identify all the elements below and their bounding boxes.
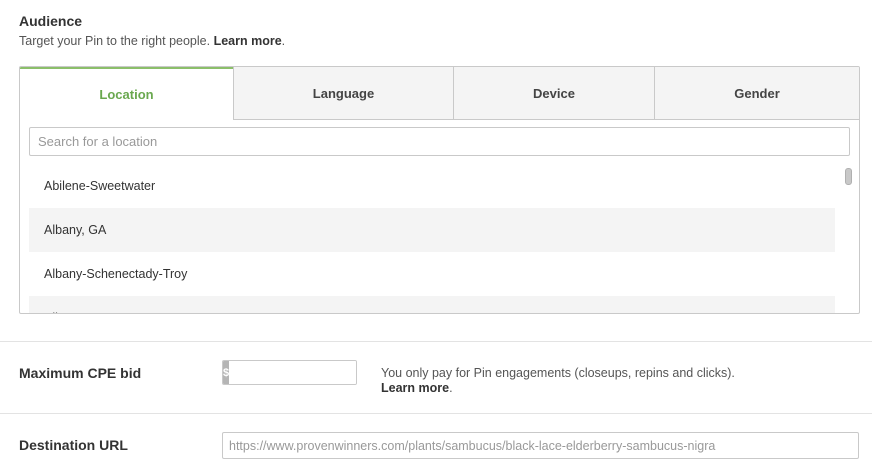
bid-field: $	[222, 360, 357, 385]
destination-url-label: Destination URL	[19, 437, 128, 453]
destination-url-input[interactable]	[222, 432, 859, 459]
audience-title: Audience	[19, 13, 83, 29]
bid-input[interactable]	[229, 361, 356, 384]
bid-label: Maximum CPE bid	[19, 365, 142, 381]
targeting-tabs: Location Language Device Gender	[20, 67, 859, 120]
tab-location[interactable]: Location	[20, 67, 233, 120]
audience-subtitle-text: Target your Pin to the right people.	[19, 34, 211, 48]
bid-help-period: .	[449, 381, 453, 395]
targeting-panel: Location Language Device Gender Abilene-…	[19, 66, 860, 314]
location-item-albany-ga[interactable]: Albany, GA	[29, 208, 835, 252]
section-divider	[0, 413, 872, 414]
bid-learn-more-link[interactable]: Learn more	[381, 381, 449, 395]
location-list-scrollbar[interactable]	[844, 164, 854, 313]
tab-gender[interactable]: Gender	[654, 67, 859, 120]
audience-subtitle-period: .	[281, 34, 286, 48]
tab-language[interactable]: Language	[233, 67, 453, 120]
location-item-abilene-sweetwater[interactable]: Abilene-Sweetwater	[29, 164, 835, 208]
location-list: Abilene-Sweetwater Albany, GA Albany-Sch…	[29, 164, 835, 313]
audience-learn-more-link[interactable]: Learn more	[214, 34, 282, 48]
scrollbar-thumb[interactable]	[845, 168, 852, 185]
location-search-input[interactable]	[29, 127, 850, 156]
bid-help-line: You only pay for Pin engagements (closeu…	[381, 366, 735, 380]
audience-subtitle: Target your Pin to the right people. Lea…	[19, 34, 285, 48]
tab-device[interactable]: Device	[453, 67, 654, 120]
section-divider	[0, 341, 872, 342]
bid-help-text: You only pay for Pin engagements (closeu…	[381, 366, 735, 396]
location-item-albuquerque-santa-fe[interactable]: Albuquerque-Santa Fe	[29, 296, 835, 313]
location-item-albany-schenectady-troy[interactable]: Albany-Schenectady-Troy	[29, 252, 835, 296]
